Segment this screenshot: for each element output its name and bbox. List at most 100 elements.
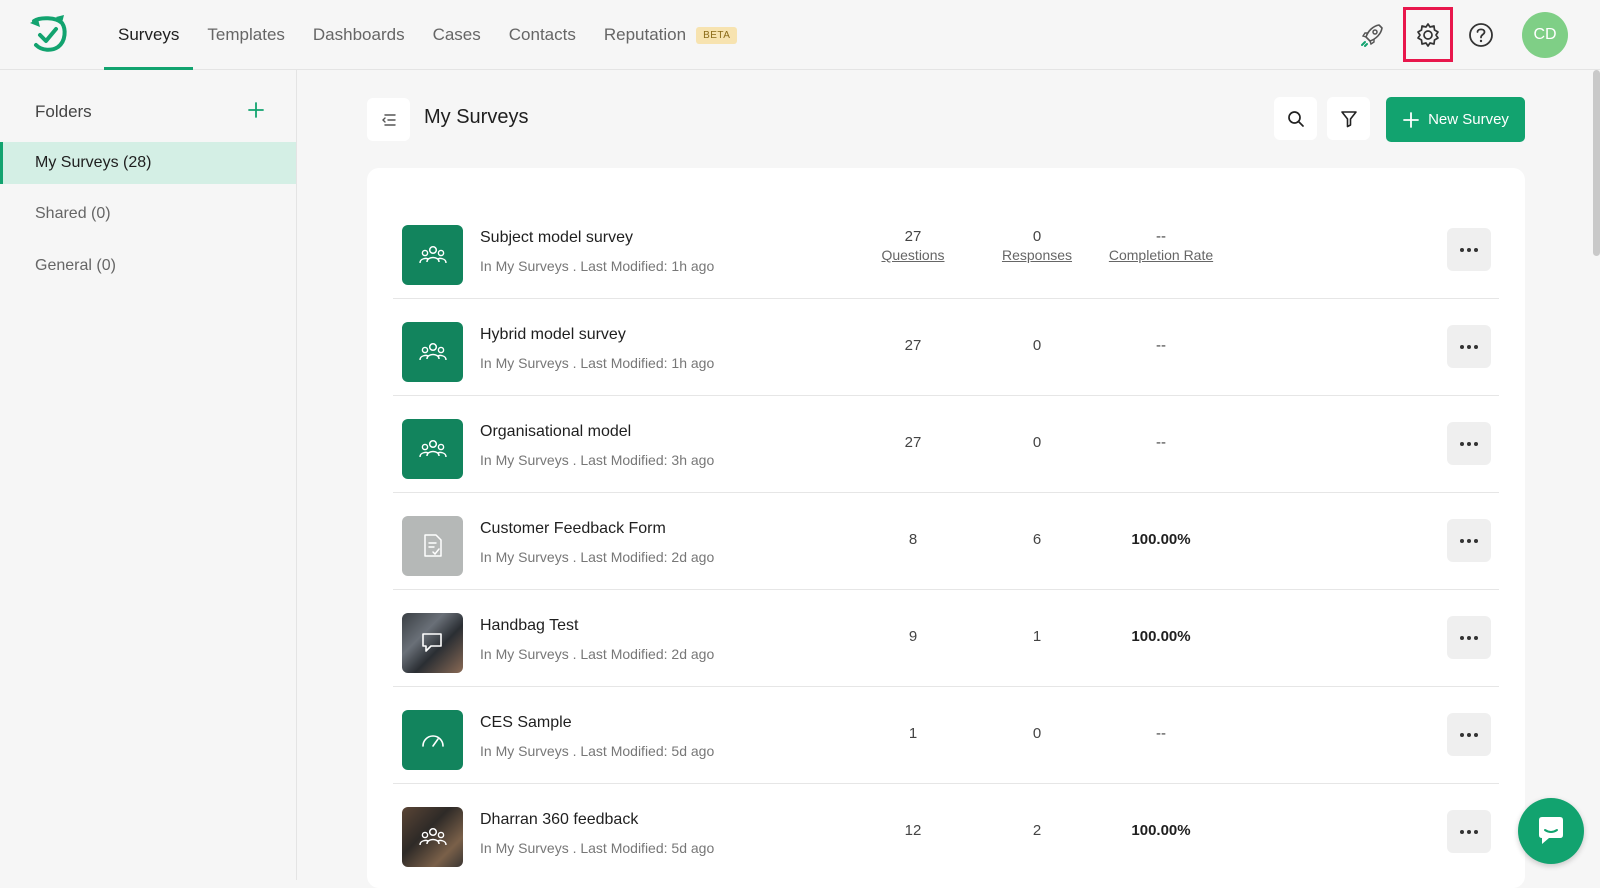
completion-rate: 100.00% (1131, 628, 1191, 645)
survey-list: Subject model survey In My Surveys . Las… (367, 168, 1525, 888)
top-navbar: Surveys Templates Dashboards Cases Conta… (0, 0, 1600, 70)
survey-row[interactable]: CES Sample In My Surveys . Last Modified… (393, 687, 1499, 784)
folder-label: Shared (0) (35, 205, 111, 222)
form-icon (402, 516, 463, 576)
nav-cases[interactable]: Cases (419, 0, 495, 70)
survey-name[interactable]: Hybrid model survey (480, 326, 626, 344)
main-nav: Surveys Templates Dashboards Cases Conta… (104, 0, 751, 70)
toggle-sidebar-button[interactable] (367, 98, 410, 141)
ellipsis-icon (1460, 441, 1478, 446)
folder-label: General (0) (35, 257, 116, 274)
survey-name[interactable]: CES Sample (480, 714, 572, 732)
app-logo-icon[interactable] (26, 13, 70, 57)
people-icon (402, 419, 463, 479)
survey-row[interactable]: Subject model survey In My Surveys . Las… (393, 202, 1499, 299)
page-title: My Surveys (424, 106, 529, 128)
beta-badge: BETA (696, 26, 738, 44)
survey-meta: In My Surveys . Last Modified: 5d ago (480, 743, 715, 759)
folder-shared[interactable]: Shared (0) (0, 193, 296, 235)
more-options-button[interactable] (1447, 616, 1491, 659)
more-options-button[interactable] (1447, 713, 1491, 756)
add-folder-button[interactable] (244, 98, 268, 122)
more-options-button[interactable] (1447, 519, 1491, 562)
questions-count: 12 (904, 822, 922, 839)
survey-meta: In My Surveys . Last Modified: 3h ago (480, 452, 715, 468)
survey-meta: In My Surveys . Last Modified: 2d ago (480, 549, 715, 565)
ellipsis-icon (1460, 247, 1478, 252)
survey-name[interactable]: Dharran 360 feedback (480, 811, 638, 829)
nav-reputation[interactable]: Reputation BETA (590, 0, 752, 70)
survey-row[interactable]: Handbag Test In My Surveys . Last Modifi… (393, 590, 1499, 687)
survey-row[interactable]: Organisational model In My Surveys . Las… (393, 396, 1499, 493)
plus-icon (248, 102, 264, 118)
nav-surveys-label: Surveys (118, 25, 180, 44)
filter-icon (1340, 110, 1357, 127)
responses-column-label[interactable]: Responses (967, 247, 1107, 263)
questions-count: 8 (908, 531, 918, 548)
new-survey-button[interactable]: New Survey (1386, 97, 1525, 142)
nav-surveys[interactable]: Surveys (104, 0, 194, 70)
survey-name[interactable]: Subject model survey (480, 229, 633, 247)
completion-column-label[interactable]: Completion Rate (1091, 247, 1231, 263)
folder-general[interactable]: General (0) (0, 245, 296, 287)
search-icon (1287, 110, 1304, 127)
nav-cases-label: Cases (432, 25, 481, 44)
responses-count: 0 Responses (967, 228, 1107, 263)
responses-count: 6 (1032, 531, 1042, 548)
nav-contacts[interactable]: Contacts (495, 0, 590, 70)
plus-icon (1403, 111, 1419, 128)
completion-value: -- (1156, 228, 1166, 245)
responses-count: 2 (1032, 822, 1042, 839)
completion-rate: 100.00% (1131, 531, 1191, 548)
chat-bubble-icon (1539, 817, 1563, 844)
filter-button[interactable] (1327, 97, 1370, 140)
responses-count: 0 (1032, 337, 1042, 354)
questions-count: 27 (904, 434, 922, 451)
questions-count: 1 (908, 725, 918, 742)
settings-button[interactable] (1403, 7, 1453, 62)
responses-value: 0 (1032, 228, 1042, 245)
list-collapse-icon (381, 113, 396, 126)
page-scrollbar[interactable] (1593, 70, 1600, 256)
survey-name[interactable]: Organisational model (480, 423, 631, 441)
more-options-button[interactable] (1447, 810, 1491, 853)
completion-rate: -- (1156, 337, 1166, 354)
search-button[interactable] (1274, 97, 1317, 140)
questions-count: 27 Questions (843, 228, 983, 263)
folders-heading: Folders (35, 102, 92, 121)
survey-row[interactable]: Hybrid model survey In My Surveys . Last… (393, 299, 1499, 396)
survey-row[interactable]: Customer Feedback Form In My Surveys . L… (393, 493, 1499, 590)
completion-rate: -- Completion Rate (1091, 228, 1231, 263)
rocket-icon[interactable] (1354, 17, 1390, 53)
questions-value: 27 (904, 228, 922, 245)
questions-count: 9 (908, 628, 918, 645)
help-icon[interactable] (1463, 17, 1499, 53)
more-options-button[interactable] (1447, 422, 1491, 465)
chat-support-button[interactable] (1518, 798, 1584, 864)
survey-row[interactable]: Dharran 360 feedback In My Surveys . Las… (393, 784, 1499, 881)
new-survey-label: New Survey (1428, 111, 1509, 128)
responses-count: 0 (1032, 725, 1042, 742)
people-icon (402, 322, 463, 382)
user-avatar[interactable]: CD (1522, 12, 1568, 58)
nav-dashboards-label: Dashboards (312, 25, 405, 44)
ellipsis-icon (1460, 635, 1478, 640)
ellipsis-icon (1460, 344, 1478, 349)
completion-rate: 100.00% (1131, 822, 1191, 839)
folder-label: My Surveys (28) (35, 154, 152, 171)
more-options-button[interactable] (1447, 228, 1491, 271)
completion-rate: -- (1156, 725, 1166, 742)
nav-dashboards[interactable]: Dashboards (299, 0, 419, 70)
responses-count: 0 (1032, 434, 1042, 451)
ellipsis-icon (1460, 829, 1478, 834)
survey-name[interactable]: Customer Feedback Form (480, 520, 666, 538)
folders-sidebar: Folders My Surveys (28) Shared (0) Gener… (0, 70, 297, 880)
ellipsis-icon (1460, 732, 1478, 737)
questions-column-label[interactable]: Questions (843, 247, 983, 263)
folder-my-surveys[interactable]: My Surveys (28) (0, 142, 296, 184)
survey-name[interactable]: Handbag Test (480, 617, 578, 635)
ellipsis-icon (1460, 538, 1478, 543)
more-options-button[interactable] (1447, 325, 1491, 368)
nav-templates[interactable]: Templates (193, 0, 298, 70)
gauge-icon (402, 710, 463, 770)
